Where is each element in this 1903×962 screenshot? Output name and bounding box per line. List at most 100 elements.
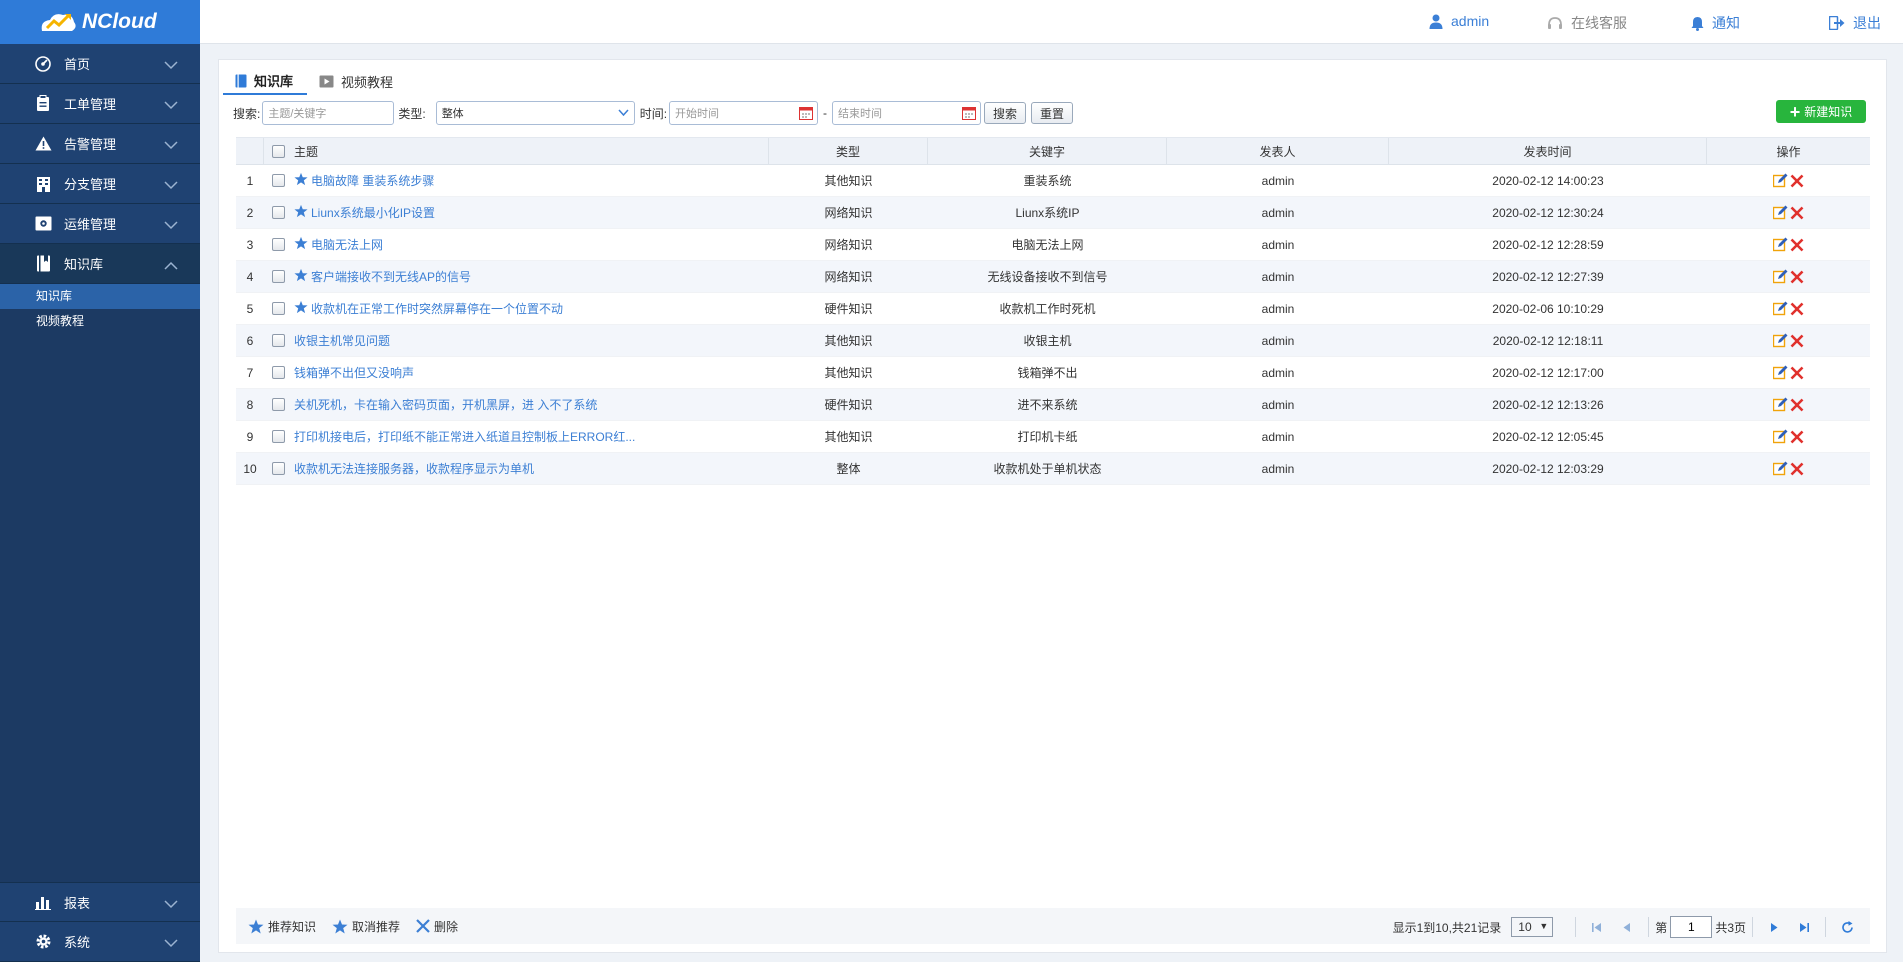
table-row[interactable]: 6 收银主机常见问题 其他知识 收银主机 admin 2020-02-12 12:18:1… [236, 325, 1870, 357]
sidebar-item-workorder[interactable]: 工单管理 [0, 84, 200, 124]
delete-icon[interactable] [1790, 206, 1804, 220]
knowledge-title-link[interactable]: 钱箱弹不出但又没响声 [294, 364, 414, 381]
edit-icon[interactable] [1773, 365, 1788, 380]
table-row[interactable]: 10 收款机无法连接服务器，收款程序显示为单机 整体 收款机处于单机状态 admin 20… [236, 453, 1870, 485]
start-time-input[interactable]: 开始时间 [669, 101, 819, 125]
refresh-button[interactable] [1838, 918, 1856, 936]
delete-icon[interactable] [1790, 366, 1804, 380]
unrecommend-button[interactable]: 取消推荐 [332, 918, 400, 935]
page-number-input[interactable] [1670, 916, 1713, 938]
title-cell: 收银主机常见问题 [292, 325, 769, 356]
knowledge-title-link[interactable]: 打印机接电后，打印纸不能正常进入纸道且控制板上ERROR红... [294, 428, 635, 445]
delete-icon[interactable] [1790, 462, 1804, 476]
knowledge-title-link[interactable]: 收银主机常见问题 [294, 332, 390, 349]
header-title[interactable]: 主题 [292, 138, 769, 164]
edit-icon[interactable] [1773, 397, 1788, 412]
knowledge-title-link[interactable]: 电脑故障 重装系统步骤 [294, 172, 434, 189]
table-row[interactable]: 1 电脑故障 重装系统步骤 其他知识 重装系统 admin 2020-02-12 14:0… [236, 165, 1870, 197]
chevron-down-icon [164, 138, 178, 153]
monitor-icon [34, 215, 52, 233]
last-page-button[interactable] [1795, 918, 1813, 936]
header-author[interactable]: 发表人 [1167, 138, 1389, 164]
calendar-icon[interactable] [799, 106, 814, 123]
edit-icon[interactable] [1773, 461, 1788, 476]
row-checkbox[interactable] [271, 430, 285, 443]
row-checkbox[interactable] [271, 238, 285, 251]
search-input[interactable]: 主题/关键字 [262, 101, 395, 125]
app-logo[interactable]: NCloud [0, 0, 200, 44]
recommend-button[interactable]: 推荐知识 [248, 918, 316, 935]
search-button[interactable]: 搜索 [984, 102, 1027, 124]
row-checkbox[interactable] [271, 302, 285, 315]
sidebar-item-knowledge[interactable]: 知识库 [0, 244, 200, 284]
table-row[interactable]: 8 关机死机，卡在输入密码页面，开机黑屏，进 入不了系统 硬件知识 进不来系统 admi… [236, 389, 1870, 421]
row-number: 9 [246, 429, 254, 444]
delete-icon[interactable] [1790, 270, 1804, 284]
edit-icon[interactable] [1773, 237, 1788, 252]
edit-icon[interactable] [1773, 429, 1788, 444]
row-checkbox[interactable] [271, 174, 285, 187]
sidebar-subitem-knowledge[interactable]: 知识库 [0, 284, 200, 309]
header-type[interactable]: 类型 [769, 138, 928, 164]
sidebar-item-report[interactable]: 报表 [0, 882, 200, 922]
sidebar-item-label: 知识库 [64, 257, 104, 272]
edit-icon[interactable] [1773, 173, 1788, 188]
prev-page-button[interactable] [1618, 918, 1636, 936]
notification-link[interactable]: 通知 [1691, 13, 1740, 33]
tab-knowledge[interactable]: 知识库 [223, 68, 308, 95]
row-checkbox[interactable] [271, 398, 285, 411]
first-page-button[interactable] [1588, 918, 1606, 936]
edit-icon[interactable] [1773, 269, 1788, 284]
delete-icon[interactable] [1790, 430, 1804, 444]
calendar-icon[interactable] [962, 106, 977, 123]
sidebar-item-ops[interactable]: 运维管理 [0, 204, 200, 244]
table-row[interactable]: 2 Liunx系统最小化IP设置 网络知识 Liunx系统IP admin 2020-02… [236, 197, 1870, 229]
caret-down-icon: ▼ [1539, 921, 1549, 931]
table-row[interactable]: 4 客户端接收不到无线AP的信号 网络知识 无线设备接收不到信号 admin 2020-0… [236, 261, 1870, 293]
delete-button[interactable]: 删除 [416, 918, 458, 935]
knowledge-title-link[interactable]: 客户端接收不到无线AP的信号 [294, 268, 471, 285]
row-checkbox[interactable] [271, 270, 285, 283]
row-checkbox[interactable] [271, 206, 285, 219]
knowledge-title-link[interactable]: Liunx系统最小化IP设置 [294, 204, 435, 221]
row-checkbox[interactable] [271, 366, 285, 379]
knowledge-title-link[interactable]: 收款机在正常工作时突然屏幕停在一个位置不动 [294, 300, 563, 317]
select-all-checkbox[interactable] [271, 144, 285, 158]
delete-icon[interactable] [1790, 238, 1804, 252]
delete-icon[interactable] [1790, 334, 1804, 348]
delete-icon[interactable] [1790, 398, 1804, 412]
row-checkbox[interactable] [271, 462, 285, 475]
edit-icon[interactable] [1773, 205, 1788, 220]
row-checkbox[interactable] [271, 334, 285, 347]
header-time[interactable]: 发表时间 [1389, 138, 1707, 164]
page-size-select[interactable]: 10 ▼ [1511, 917, 1554, 937]
table-row[interactable]: 3 电脑无法上网 网络知识 电脑无法上网 admin 2020-02-12 12:28:5… [236, 229, 1870, 261]
end-time-input[interactable]: 结束时间 [832, 101, 982, 125]
table-row[interactable]: 5 收款机在正常工作时突然屏幕停在一个位置不动 硬件知识 收款机工作时死机 admin 2… [236, 293, 1870, 325]
delete-icon[interactable] [1790, 174, 1804, 188]
edit-icon[interactable] [1773, 301, 1788, 316]
user-menu[interactable]: admin [1429, 13, 1489, 29]
knowledge-title-link[interactable]: 关机死机，卡在输入密码页面，开机黑屏，进 入不了系统 [294, 396, 597, 413]
sidebar-item-system[interactable]: 系统 [0, 922, 200, 962]
header-keyword[interactable]: 关键字 [928, 138, 1167, 164]
type-select[interactable]: 整体 [435, 101, 635, 125]
sidebar-item-home[interactable]: 首页 [0, 44, 200, 84]
tab-video[interactable]: 视频教程 [307, 68, 407, 95]
online-support-link[interactable]: 在线客服 [1547, 13, 1627, 33]
sidebar-item-branch[interactable]: 分支管理 [0, 164, 200, 204]
tab-bar: 知识库 视频教程 [223, 68, 407, 95]
new-knowledge-button[interactable]: + 新建知识 [1776, 100, 1866, 123]
logout-link[interactable]: 退出 [1829, 13, 1881, 33]
sidebar-item-alarm[interactable]: 告警管理 [0, 124, 200, 164]
reset-button[interactable]: 重置 [1031, 102, 1074, 124]
table-row[interactable]: 7 钱箱弹不出但又没响声 其他知识 钱箱弹不出 admin 2020-02-12 12:1… [236, 357, 1870, 389]
sidebar-subitem-video[interactable]: 视频教程 [0, 309, 200, 334]
edit-icon[interactable] [1773, 333, 1788, 348]
table-row[interactable]: 9 打印机接电后，打印纸不能正常进入纸道且控制板上ERROR红... 其他知识 打印机… [236, 421, 1870, 453]
knowledge-title-link[interactable]: 电脑无法上网 [294, 236, 383, 253]
knowledge-title-link[interactable]: 收款机无法连接服务器，收款程序显示为单机 [294, 460, 534, 477]
delete-icon[interactable] [1790, 302, 1804, 316]
next-page-button[interactable] [1765, 918, 1783, 936]
type-cell: 网络知识 [824, 238, 873, 252]
